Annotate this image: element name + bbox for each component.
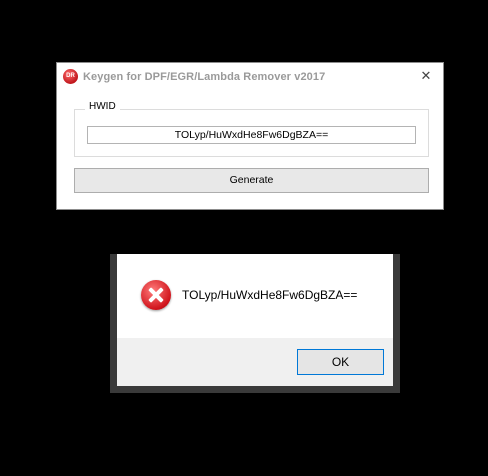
window-title: Keygen for DPF/EGR/Lambda Remover v2017 [83,71,326,83]
app-logo-icon: DR [63,69,78,84]
generate-button[interactable]: Generate [74,168,429,193]
keygen-window: DR Keygen for DPF/EGR/Lambda Remover v20… [56,62,444,210]
ok-button[interactable]: OK [297,349,384,375]
message-box: TOLyp/HuWxdHe8Fw6DgBZA== OK [117,254,393,386]
title-bar[interactable]: DR Keygen for DPF/EGR/Lambda Remover v20… [57,63,443,91]
message-text: TOLyp/HuWxdHe8Fw6DgBZA== [182,288,358,302]
hwid-group-label: HWID [85,101,120,112]
error-icon [141,280,171,310]
close-icon[interactable]: ✕ [419,69,433,83]
hwid-field[interactable] [87,126,416,144]
message-body: TOLyp/HuWxdHe8Fw6DgBZA== [117,254,393,338]
